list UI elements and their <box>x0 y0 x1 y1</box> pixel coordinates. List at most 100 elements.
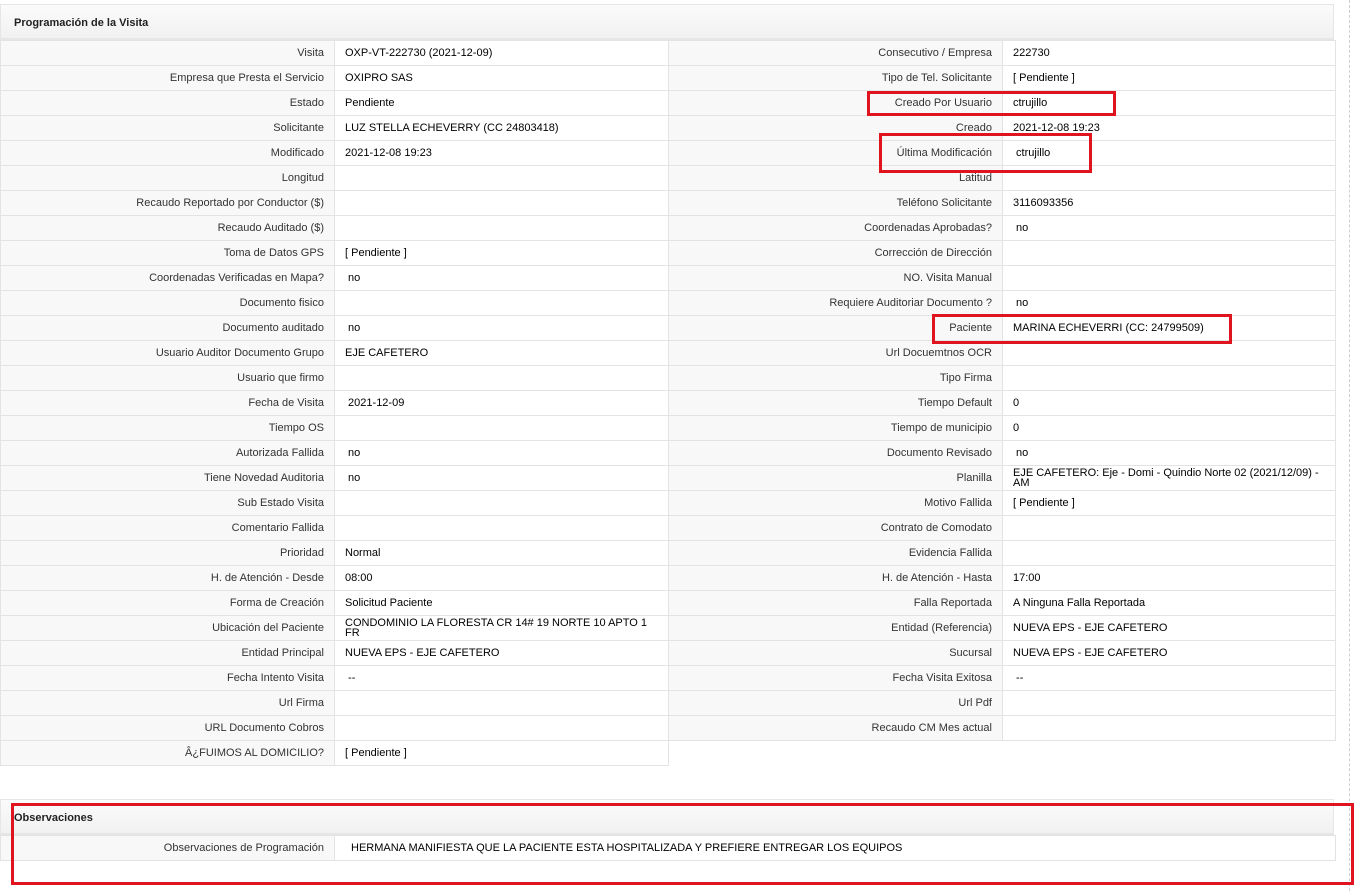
falla-reportada-label: Falla Reportada <box>668 590 1003 616</box>
table-row: Tiempo de municipio 0 <box>668 415 1336 441</box>
correccion-de-direccion-label: Corrección de Dirección <box>668 240 1003 266</box>
ubicacion-del-paciente-value: CONDOMINIO LA FLORESTA CR 14# 19 NORTE 1… <box>334 615 669 641</box>
solicitante-value: LUZ STELLA ECHEVERRY (CC 24803418) <box>334 115 669 141</box>
table-row: Documento Revisado no <box>668 440 1336 466</box>
table-row: Url Docuemtnos OCR <box>668 340 1336 366</box>
table-row: Visita OXP-VT-222730 (2021-12-09) <box>0 40 669 66</box>
url-docuemtnos-ocr-label: Url Docuemtnos OCR <box>668 340 1003 366</box>
table-row: Modificado 2021-12-08 19:23 <box>0 140 669 166</box>
table-row: Entidad Principal NUEVA EPS - EJE CAFETER… <box>0 640 669 666</box>
table-row: Consecutivo / Empresa 222730 <box>668 40 1336 66</box>
table-row: Creado 2021-12-08 19:23 <box>668 115 1336 141</box>
table-row: Latitud <box>668 165 1336 191</box>
solicitante-label: Solicitante <box>0 115 335 141</box>
table-row: Planilla EJE CAFETERO: Eje - Domi - Quind… <box>668 465 1336 491</box>
longitud-label: Longitud <box>0 165 335 191</box>
latitud-label: Latitud <box>668 165 1003 191</box>
motivo-fallida-value: [ Pendiente ] <box>1002 490 1336 516</box>
programacion-header: Programación de la Visita <box>0 4 1334 39</box>
documento-revisado-value: no <box>1002 440 1336 466</box>
table-row: Falla Reportada A Ninguna Falla Reportada <box>668 590 1336 616</box>
tipo-firma-value <box>1002 365 1336 391</box>
table-row: Coordenadas Verificadas en Mapa? no <box>0 265 669 291</box>
tiene-novedad-auditoria-value: no <box>334 465 669 491</box>
documento-auditado-value: no <box>334 315 669 341</box>
usuario-que-firmo-label: Usuario que firmo <box>0 365 335 391</box>
coordenadas-verificadas-en-mapa-value: no <box>334 265 669 291</box>
table-row: Prioridad Normal <box>0 540 669 566</box>
requiere-auditoriar-documento-value: no <box>1002 290 1336 316</box>
toma-de-datos-gps-value: [ Pendiente ] <box>334 240 669 266</box>
table-row: Documento auditado no <box>0 315 669 341</box>
empresa-que-presta-el-servicio-label: Empresa que Presta el Servicio <box>0 65 335 91</box>
coordenadas-verificadas-en-mapa-label: Coordenadas Verificadas en Mapa? <box>0 265 335 291</box>
visita-value: OXP-VT-222730 (2021-12-09) <box>334 40 669 66</box>
creado-label: Creado <box>668 115 1003 141</box>
table-row: Sub Estado Visita <box>0 490 669 516</box>
paciente-value: MARINA ECHEVERRI (CC: 24799509) <box>1002 315 1336 341</box>
correccion-de-direccion-value <box>1002 240 1336 266</box>
table-row: Motivo Fallida[ Pendiente ] <box>668 490 1336 516</box>
documento-fisico-value <box>334 290 669 316</box>
recaudo-cm-mes-actual-label: Recaudo CM Mes actual <box>668 715 1003 741</box>
table-row: Recaudo CM Mes actual <box>668 715 1336 741</box>
table-row: Â¿FUIMOS AL DOMICILIO?[ Pendiente ] <box>0 740 669 766</box>
evidencia-fallida-value <box>1002 540 1336 566</box>
fecha-de-visita-value: 2021-12-09 <box>334 390 669 416</box>
table-row: Longitud <box>0 165 669 191</box>
recaudo-cm-mes-actual-value <box>1002 715 1336 741</box>
page-divider <box>1349 0 1350 891</box>
table-row: Tipo de Tel. Solicitante[ Pendiente ] <box>668 65 1336 91</box>
url-firma-label: Url Firma <box>0 690 335 716</box>
ubicacion-del-paciente-label: Ubicación del Paciente <box>0 615 335 641</box>
table-row: Toma de Datos GPS[ Pendiente ] <box>0 240 669 266</box>
longitud-value <box>334 165 669 191</box>
fecha-visita-exitosa-label: Fecha Visita Exitosa <box>668 665 1003 691</box>
sucursal-label: Sucursal <box>668 640 1003 666</box>
fecha-intento-visita-label: Fecha Intento Visita <box>0 665 335 691</box>
observaciones-programacion-label: Observaciones de Programación <box>0 835 335 861</box>
fecha-de-visita-label: Fecha de Visita <box>0 390 335 416</box>
table-row: Tipo Firma <box>668 365 1336 391</box>
toma-de-datos-gps-label: Toma de Datos GPS <box>0 240 335 266</box>
ultima-modificacion-label: Última Modificación <box>668 140 1003 166</box>
coordenadas-aprobadas-value: no <box>1002 215 1336 241</box>
recaudo-reportado-por-conductor-label: Recaudo Reportado por Conductor ($) <box>0 190 335 216</box>
comentario-fallida-value <box>334 515 669 541</box>
table-row: Autorizada Fallida no <box>0 440 669 466</box>
table-row: Recaudo Reportado por Conductor ($) <box>0 190 669 216</box>
paciente-label: Paciente <box>668 315 1003 341</box>
tiempo-default-value: 0 <box>1002 390 1336 416</box>
autorizada-fallida-label: Autorizada Fallida <box>0 440 335 466</box>
forma-de-creacion-value: Solicitud Paciente <box>334 590 669 616</box>
table-row: Usuario que firmo <box>0 365 669 391</box>
usuario-auditor-documento-grupo-value: EJE CAFETERO <box>334 340 669 366</box>
motivo-fallida-label: Motivo Fallida <box>668 490 1003 516</box>
tiempo-default-label: Tiempo Default <box>668 390 1003 416</box>
creado-por-usuario-label: Creado Por Usuario <box>668 90 1003 116</box>
programacion-title: Programación de la Visita <box>14 17 149 29</box>
sub-estado-visita-label: Sub Estado Visita <box>0 490 335 516</box>
evidencia-fallida-label: Evidencia Fallida <box>668 540 1003 566</box>
url-documento-cobros-value <box>334 715 669 741</box>
table-row: Comentario Fallida <box>0 515 669 541</box>
table-row: Tiene Novedad Auditoria no <box>0 465 669 491</box>
contrato-de-comodato-label: Contrato de Comodato <box>668 515 1003 541</box>
h-de-atencion-hasta-label: H. de Atención - Hasta <box>668 565 1003 591</box>
telefono-solicitante-label: Teléfono Solicitante <box>668 190 1003 216</box>
entidad-principal-value: NUEVA EPS - EJE CAFETERO <box>334 640 669 666</box>
table-row: Url Pdf <box>668 690 1336 716</box>
table-row: Solicitante LUZ STELLA ECHEVERRY (CC 2480… <box>0 115 669 141</box>
table-row: Coordenadas Aprobadas? no <box>668 215 1336 241</box>
table-row: Fecha de Visita 2021-12-09 <box>0 390 669 416</box>
consecutivo-empresa-label: Consecutivo / Empresa <box>668 40 1003 66</box>
tipo-de-tel-solicitante-value: [ Pendiente ] <box>1002 65 1336 91</box>
creado-por-usuario-value: ctrujillo <box>1002 90 1336 116</box>
recaudo-reportado-por-conductor-value <box>334 190 669 216</box>
table-row: Requiere Auditoriar Documento ? no <box>668 290 1336 316</box>
documento-fisico-label: Documento fisico <box>0 290 335 316</box>
sucursal-value: NUEVA EPS - EJE CAFETERO <box>1002 640 1336 666</box>
table-row: Contrato de Comodato <box>668 515 1336 541</box>
no-visita-manual-label: NO. Visita Manual <box>668 265 1003 291</box>
fecha-visita-exitosa-value: -- <box>1002 665 1336 691</box>
